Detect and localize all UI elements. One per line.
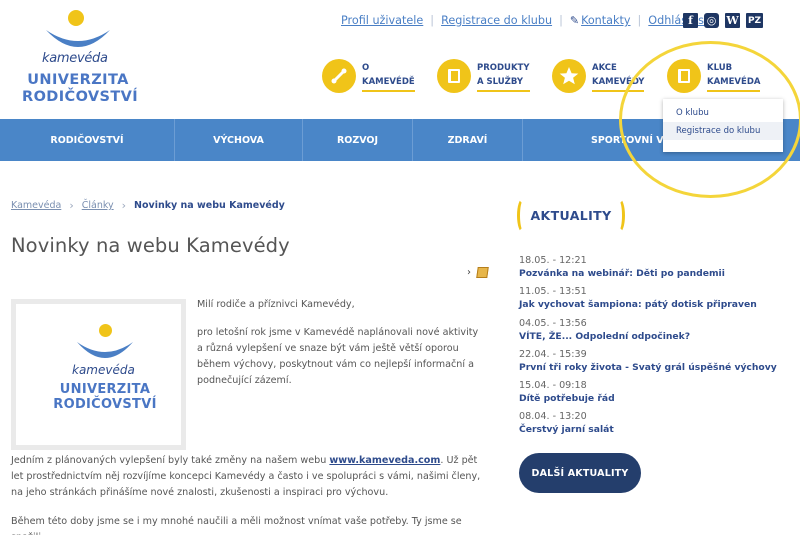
- wikipedia-icon[interactable]: W: [725, 13, 740, 28]
- news-item[interactable]: 08.04. - 13:20 Čerstvý jarní salát: [519, 411, 789, 436]
- news-item[interactable]: 11.05. - 13:51 Jak vychovat šampiona: pá…: [519, 286, 789, 311]
- site-logo[interactable]: kamevéda UNIVERZITA RODIČOVSTVÍ: [22, 8, 139, 108]
- bracket-decoration: [517, 198, 529, 233]
- breadcrumb-current: Novinky na webu Kamevédy: [134, 200, 285, 211]
- news-date: 22.04. - 15:39: [519, 349, 587, 360]
- breadcrumb: Kamevéda › Články › Novinky na webu Kame…: [11, 199, 285, 212]
- chevron-right-icon: ›: [121, 199, 127, 212]
- logo-line2: RODIČOVSTVÍ: [22, 89, 139, 105]
- nav-label: KLUB: [707, 62, 733, 73]
- article-tools: ›: [467, 267, 489, 278]
- news-title[interactable]: První tři roky života - Svatý grál úspěš…: [519, 361, 789, 374]
- nav-item-zdravi[interactable]: ZDRAVÍ: [413, 119, 523, 161]
- news-item[interactable]: 22.04. - 15:39 První tři roky života - S…: [519, 349, 789, 374]
- nav-label: O: [362, 62, 370, 73]
- divider: |: [559, 14, 563, 27]
- news-item[interactable]: 04.05. - 13:56 VÍTE, ŽE... Odpolední odp…: [519, 318, 789, 343]
- divider: |: [637, 14, 642, 27]
- logo-line1: UNIVERZITA: [59, 382, 151, 397]
- website-link[interactable]: www.kameveda.com: [329, 455, 440, 466]
- news-date: 18.05. - 12:21: [519, 255, 587, 266]
- star-icon: [552, 59, 586, 93]
- news-date: 04.05. - 13:56: [519, 318, 587, 329]
- nav-label: KAMEVÉDY: [592, 76, 645, 87]
- more-news-button[interactable]: DALŠÍ AKTUALITY: [519, 453, 641, 493]
- nav-label: PRODUKTY: [477, 62, 530, 73]
- article-paragraph: Jedním z plánovaných vylepšení byly také…: [11, 453, 486, 501]
- nav-label: KAMEVÉDA: [707, 76, 761, 87]
- edit-icon[interactable]: [476, 267, 489, 278]
- news-date: 11.05. - 13:51: [519, 286, 587, 297]
- logo-brand: kamevéda: [42, 51, 108, 66]
- news-title[interactable]: Jak vychovat šampiona: pátý dotisk připr…: [519, 298, 789, 311]
- instagram-icon[interactable]: ◎: [704, 13, 719, 28]
- news-title[interactable]: VÍTE, ŽE... Odpolední odpočinek?: [519, 330, 789, 343]
- book-icon: [667, 59, 701, 93]
- news-title[interactable]: Pozvánka na webinář: Děti po pandemii: [519, 267, 789, 280]
- pz-icon[interactable]: PZ: [746, 13, 763, 28]
- page-title: Novinky na webu Kamevédy: [11, 234, 290, 257]
- logo-line2: RODIČOVSTVÍ: [53, 397, 157, 412]
- aktuality-heading: AKTUALITY: [517, 198, 625, 233]
- profile-link[interactable]: Profil uživatele: [341, 14, 423, 27]
- chevron-right-icon[interactable]: ›: [467, 267, 471, 278]
- nav-item-rodicovstvi[interactable]: RODIČOVSTVÍ: [0, 119, 175, 161]
- nav-label: AKCE: [592, 62, 617, 73]
- contacts-link[interactable]: Kontakty: [581, 14, 630, 27]
- book-icon: [437, 59, 471, 93]
- nav-item-vychova[interactable]: VÝCHOVA: [175, 119, 303, 161]
- breadcrumb-link[interactable]: Kamevéda: [11, 200, 61, 211]
- klub-dropdown-menu: O klubu Registrace do klubu: [663, 99, 783, 152]
- news-title[interactable]: Dítě potřebuje řád: [519, 392, 789, 405]
- circle-nav-o-kamevede[interactable]: O KAMEVÉDĚ: [322, 56, 415, 96]
- divider: |: [430, 14, 435, 27]
- news-item[interactable]: 15.04. - 09:18 Dítě potřebuje řád: [519, 380, 789, 405]
- news-date: 15.04. - 09:18: [519, 380, 587, 391]
- chevron-right-icon: ›: [69, 199, 74, 212]
- circle-nav-akce[interactable]: AKCE KAMEVÉDY: [552, 56, 645, 96]
- news-date: 08.04. - 13:20: [519, 411, 587, 422]
- register-link[interactable]: Registrace do klubu: [441, 14, 552, 27]
- nav-label: A SLUŽBY: [477, 76, 524, 87]
- news-item[interactable]: 18.05. - 12:21 Pozvánka na webinář: Děti…: [519, 255, 789, 280]
- pencil-icon: ✎: [569, 14, 580, 27]
- nav-item-rozvoj[interactable]: ROZVOJ: [303, 119, 413, 161]
- sidebar-title: AKTUALITY: [530, 208, 612, 223]
- news-title[interactable]: Čerstvý jarní salát: [519, 423, 789, 436]
- article-image: kamevéda UNIVERZITA RODIČOVSTVÍ: [11, 299, 186, 450]
- circle-nav-produkty[interactable]: PRODUKTY A SLUŽBY: [437, 56, 530, 96]
- nav-label: KAMEVÉDĚ: [362, 76, 415, 87]
- circle-nav-klub[interactable]: KLUB KAMEVÉDA: [667, 56, 761, 96]
- social-icons: f ◎ W PZ: [683, 13, 763, 28]
- top-links: Profil uživatele | Registrace do klubu |…: [341, 14, 711, 27]
- bracket-decoration: [613, 198, 625, 233]
- logo-brand: kamevéda: [72, 363, 135, 377]
- breadcrumb-link[interactable]: Články: [82, 200, 114, 211]
- logo-line1: UNIVERZITA: [27, 72, 129, 88]
- facebook-icon[interactable]: f: [683, 13, 698, 28]
- article-paragraph: Během této doby jsme se i my mnohé nauči…: [11, 516, 462, 535]
- menu-item-o-klubu[interactable]: O klubu: [663, 104, 783, 122]
- article-paragraph: Milí rodiče a příznivci Kamevédy,: [197, 299, 355, 310]
- link-icon: [322, 59, 356, 93]
- menu-item-registrace[interactable]: Registrace do klubu: [663, 122, 783, 140]
- article-paragraph: pro letošní rok jsme v Kamevédě naplánov…: [197, 327, 479, 386]
- paragraph-text: Jedním z plánovaných vylepšení byly také…: [11, 455, 330, 466]
